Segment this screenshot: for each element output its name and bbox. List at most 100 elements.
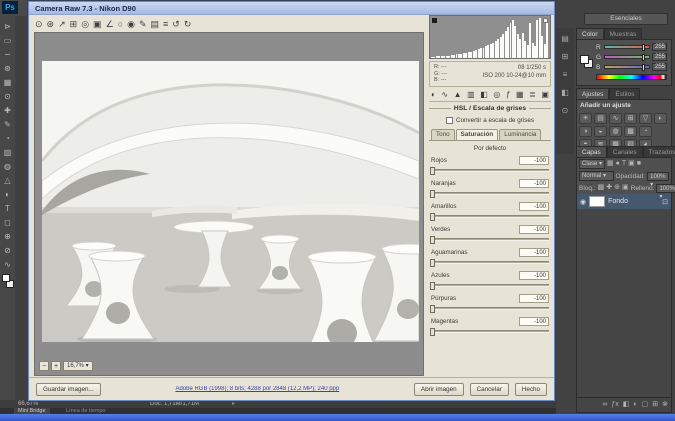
highlight-clipping-indicator-icon[interactable]: [543, 18, 548, 23]
targeted-adjustment-tool-icon[interactable]: ◎: [81, 18, 89, 30]
channel-value-input[interactable]: 255: [652, 53, 667, 61]
eraser-tool-icon[interactable]: ◍: [1, 160, 14, 174]
slider-track[interactable]: [431, 307, 549, 310]
dodge-tool-icon[interactable]: ◐: [1, 188, 14, 202]
layer-mask-icon[interactable]: ◧: [623, 400, 630, 410]
fill-value[interactable]: 100% ▾: [656, 184, 675, 193]
layer-visibility-eye-icon[interactable]: ◉: [580, 198, 586, 206]
history-panel-icon[interactable]: ▤: [561, 34, 569, 43]
slider-track[interactable]: [431, 238, 549, 241]
save-image-button[interactable]: Guardar imagen...: [36, 383, 101, 396]
filter-adjustment-layers-icon[interactable]: ●: [616, 159, 620, 169]
histogram[interactable]: [429, 15, 551, 59]
tab-color[interactable]: Color: [576, 28, 604, 39]
layer-filter-dropdown[interactable]: Clase ▾: [579, 159, 605, 169]
slider-thumb[interactable]: [430, 213, 435, 221]
lock-pixels-icon[interactable]: ✚: [606, 183, 612, 193]
subtab-tono[interactable]: Tono: [431, 129, 455, 141]
spot-removal-tool-icon[interactable]: ○: [118, 18, 123, 30]
zoom-tool-icon[interactable]: ⊙: [35, 18, 43, 30]
subtab-luminancia[interactable]: Luminancia: [499, 129, 541, 141]
preview-photo[interactable]: [42, 61, 419, 342]
foreground-color-swatch[interactable]: [2, 274, 10, 282]
slider-value-input[interactable]: -100: [519, 271, 549, 280]
curves-adjustment-icon[interactable]: ∿: [609, 113, 622, 124]
crop-tool-icon[interactable]: ▣: [93, 18, 102, 30]
healing-brush-tool-icon[interactable]: ✚: [1, 104, 14, 118]
rotate-right-icon[interactable]: ↻: [184, 18, 192, 30]
hue-saturation-adjustment-icon[interactable]: ◐: [654, 113, 667, 124]
lock-position-icon[interactable]: ⊕: [614, 183, 620, 193]
done-button[interactable]: Hecho: [515, 383, 547, 396]
zoom-in-button[interactable]: +: [51, 361, 61, 371]
slider-track[interactable]: [431, 215, 549, 218]
hsl-grayscale-tab-icon[interactable]: ▥: [467, 90, 475, 99]
white-balance-tool-icon[interactable]: ↗: [58, 18, 66, 30]
filter-type-layers-icon[interactable]: T: [622, 159, 626, 169]
layer-row-background[interactable]: ◉ Fondo ⊡: [577, 194, 671, 209]
camera-calibration-tab-icon[interactable]: ▦: [516, 90, 524, 99]
lock-all-icon[interactable]: ▣: [622, 183, 629, 193]
exposure-adjustment-icon[interactable]: ⊞: [624, 113, 637, 124]
gradient-tool-icon[interactable]: △: [1, 174, 14, 188]
slider-thumb[interactable]: [430, 259, 435, 267]
preview-canvas[interactable]: − + 16,7% ▾: [34, 32, 424, 376]
channel-slider-thumb[interactable]: [642, 54, 645, 61]
grayscale-checkbox[interactable]: [446, 117, 453, 124]
layer-name[interactable]: Fondo: [608, 198, 659, 205]
delete-layer-icon[interactable]: ⊗: [662, 400, 668, 410]
lens-corrections-tab-icon[interactable]: ◎: [493, 90, 500, 99]
brush-tool-icon[interactable]: ✎: [1, 118, 14, 132]
filter-smart-objects-icon[interactable]: ■: [637, 159, 641, 169]
slider-thumb[interactable]: [430, 282, 435, 290]
channel-slider-thumb[interactable]: [642, 44, 645, 51]
color-lookup-adjustment-icon[interactable]: ◔: [639, 126, 652, 137]
foreground-color-swatch[interactable]: [580, 55, 589, 64]
channel-slider-thumb[interactable]: [642, 64, 645, 71]
slider-track[interactable]: [431, 261, 549, 264]
crop-tool-icon[interactable]: ▦: [1, 76, 14, 90]
levels-adjustment-icon[interactable]: ▤: [594, 113, 607, 124]
move-tool-icon[interactable]: ⊳: [1, 20, 14, 34]
straighten-tool-icon[interactable]: ∠: [106, 18, 114, 30]
channel-slider[interactable]: [604, 45, 650, 49]
opacity-value[interactable]: 100% ▾: [647, 172, 669, 181]
slider-value-input[interactable]: -100: [519, 179, 549, 188]
zoom-out-button[interactable]: −: [39, 361, 49, 371]
shape-tool-icon[interactable]: ◻: [1, 216, 14, 230]
preferences-icon[interactable]: ≡: [163, 18, 168, 30]
adjustment-brush-tool-icon[interactable]: ✎: [139, 18, 147, 30]
clone-source-panel-icon[interactable]: ⊙: [562, 106, 569, 115]
quick-selection-tool-icon[interactable]: ⊛: [1, 62, 14, 76]
history-brush-tool-icon[interactable]: ▨: [1, 146, 14, 160]
new-layer-icon[interactable]: ⊞: [652, 400, 658, 410]
slider-thumb[interactable]: [430, 236, 435, 244]
subtab-saturación[interactable]: Saturación: [456, 129, 499, 141]
link-layers-icon[interactable]: ∞: [602, 400, 607, 410]
layer-thumbnail[interactable]: [589, 196, 605, 207]
slider-track[interactable]: [431, 284, 549, 287]
clone-stamp-tool-icon[interactable]: ◔: [1, 132, 14, 146]
color-balance-adjustment-icon[interactable]: ◑: [579, 126, 592, 137]
status-zoom[interactable]: 66,67%: [18, 400, 38, 408]
slider-track[interactable]: [431, 169, 549, 172]
cancel-button[interactable]: Cancelar: [470, 383, 509, 396]
channel-value-input[interactable]: 255: [652, 63, 667, 71]
slider-thumb[interactable]: [430, 328, 435, 336]
tab-adjustments[interactable]: Ajustes: [576, 88, 609, 99]
effects-tab-icon[interactable]: ƒ: [506, 90, 510, 99]
filter-shape-layers-icon[interactable]: ▣: [628, 159, 635, 169]
split-toning-tab-icon[interactable]: ◧: [480, 90, 488, 99]
foreground-background-swatches[interactable]: [580, 55, 593, 68]
tab-paths[interactable]: Trazados: [643, 146, 675, 157]
lasso-tool-icon[interactable]: ∽: [1, 48, 14, 62]
detail-tab-icon[interactable]: ▲: [454, 90, 462, 99]
slider-value-input[interactable]: -100: [519, 248, 549, 257]
black-white-adjustment-icon[interactable]: ◒: [594, 126, 607, 137]
lock-transparency-icon[interactable]: ▩: [598, 183, 605, 193]
navigator-panel-icon[interactable]: ◧: [561, 88, 569, 97]
slider-track[interactable]: [431, 330, 549, 333]
color-spectrum-bar[interactable]: [596, 74, 667, 80]
adjustment-layer-icon[interactable]: ◐: [633, 400, 637, 410]
pen-tool-icon[interactable]: ⊕: [1, 230, 14, 244]
